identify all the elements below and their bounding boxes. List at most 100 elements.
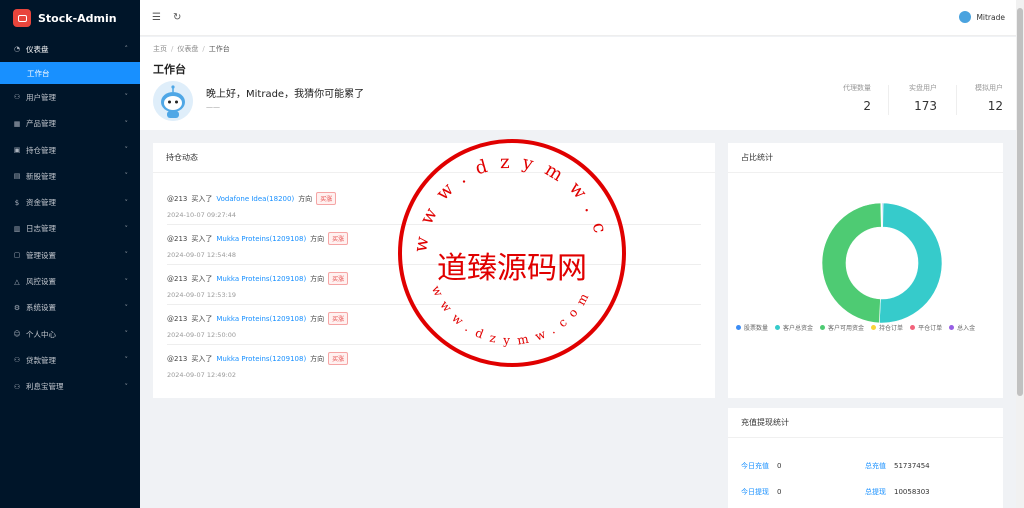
position-stock-link[interactable]: Mukka Proteins(1209108) xyxy=(216,235,306,243)
loan-icon: ⚇ xyxy=(13,356,21,365)
sidebar-item-loans[interactable]: ⚇ 贷款管理 ˅ xyxy=(0,347,140,373)
brand[interactable]: Stock-Admin xyxy=(0,0,140,36)
position-time: 2024-09-07 12:49:02 xyxy=(167,371,237,379)
chevron-down-icon: ˅ xyxy=(124,119,129,128)
position-user: @213 xyxy=(167,354,188,363)
legend-item[interactable]: 平仓订单 xyxy=(910,323,942,332)
robot-avatar-image xyxy=(153,81,193,121)
position-stock-link[interactable]: Mukka Proteins(1209108) xyxy=(216,315,306,323)
position-icon: ▣ xyxy=(13,146,21,155)
stat-value: 2 xyxy=(863,99,871,113)
sidebar-item-label: 日志管理 xyxy=(26,224,56,234)
today-withdraw: 今日提现 0 xyxy=(741,487,781,497)
system-icon: ⚙ xyxy=(13,303,21,312)
position-line: @213 买入了 Mukka Proteins(1209108) 方向 买涨 xyxy=(167,272,701,285)
legend-dot-icon xyxy=(775,325,781,330)
sidebar-item-products[interactable]: ▦ 产品管理 ˅ xyxy=(0,111,140,137)
user-menu[interactable]: Mitrade xyxy=(959,11,1005,23)
settings-icon: ▢ xyxy=(13,251,21,260)
today-recharge-value: 0 xyxy=(777,462,782,470)
refresh-icon[interactable]: ↻ xyxy=(173,12,181,23)
page-title: 工作台 xyxy=(153,63,186,76)
legend-item[interactable]: 股票数量 xyxy=(736,323,768,332)
legend-item[interactable]: 客户总资金 xyxy=(775,323,813,332)
position-time: 2024-09-07 12:54:48 xyxy=(167,251,237,259)
profile-icon: ☺ xyxy=(13,330,21,339)
share-card: 占比统计 股票数量 客户总资金 客户可用资金 持仓订单 平仓订单 总入金 xyxy=(728,143,1003,398)
chevron-down-icon: ˅ xyxy=(124,356,129,365)
money-icon: $ xyxy=(14,198,20,207)
position-stock-link[interactable]: Mukka Proteins(1209108) xyxy=(216,275,306,283)
position-direction-tag: 买涨 xyxy=(328,352,349,365)
greeting-subtext: —— xyxy=(206,103,220,111)
total-recharge: 总充值 51737454 xyxy=(865,461,930,471)
list-item: @213 买入了 Vodafone Idea(18200) 方向 买涨 2024-10-0… xyxy=(167,185,701,225)
sidebar-item-interest[interactable]: ⚇ 利息宝管理 ˅ xyxy=(0,374,140,400)
user-name: Mitrade xyxy=(976,12,1005,22)
total-withdraw: 总提现 10058303 xyxy=(865,487,930,497)
legend-label: 股票数量 xyxy=(744,325,769,332)
sidebar-item-logs[interactable]: ▥ 日志管理 ˅ xyxy=(0,216,140,242)
breadcrumb-dashboard[interactable]: 仪表盘 xyxy=(177,45,198,53)
chevron-down-icon: ˅ xyxy=(124,224,129,233)
position-direction-tag: 买涨 xyxy=(328,272,349,285)
sidebar-item-dashboard[interactable]: ◔ 仪表盘 ˄ xyxy=(0,36,140,62)
stat-agents: 代理数量 2 xyxy=(843,83,871,113)
legend-dot-icon xyxy=(820,325,826,330)
position-line: @213 买入了 Mukka Proteins(1209108) 方向 买涨 xyxy=(167,312,701,325)
avatar xyxy=(959,11,972,23)
stat-divider xyxy=(888,85,889,115)
card-title: 充值提现统计 xyxy=(728,408,1003,438)
position-stock-link[interactable]: Vodafone Idea(18200) xyxy=(216,195,294,203)
today-withdraw-label[interactable]: 今日提现 xyxy=(741,488,769,496)
total-withdraw-label[interactable]: 总提现 xyxy=(865,488,886,496)
sidebar-item-system[interactable]: ⚙ 系统设置 ˅ xyxy=(0,295,140,321)
sidebar-item-label: 管理设置 xyxy=(26,250,56,260)
scrollbar-thumb[interactable] xyxy=(1017,8,1023,396)
stat-label: 模拟用户 xyxy=(975,84,1003,92)
chevron-up-icon: ˄ xyxy=(124,45,129,54)
position-stock-link[interactable]: Mukka Proteins(1209108) xyxy=(216,355,306,363)
position-user: @213 xyxy=(167,314,188,323)
sidebar-item-profile[interactable]: ☺ 个人中心 ˅ xyxy=(0,321,140,347)
donut-slice[interactable] xyxy=(821,202,882,324)
list-item: @213 买入了 Mukka Proteins(1209108) 方向 买涨 2024-0… xyxy=(167,305,701,345)
position-action: 买入了 xyxy=(191,314,213,323)
position-action: 买入了 xyxy=(191,194,213,203)
total-recharge-label[interactable]: 总充值 xyxy=(865,462,886,470)
brand-logo-icon xyxy=(13,9,31,27)
risk-icon: △ xyxy=(14,277,20,286)
legend-item[interactable]: 客户可用资金 xyxy=(820,323,864,332)
page-scrollbar[interactable] xyxy=(1016,0,1024,508)
stat-label: 实盘用户 xyxy=(909,84,937,92)
list-item: @213 买入了 Mukka Proteins(1209108) 方向 买涨 2024-0… xyxy=(167,345,701,385)
legend-dot-icon xyxy=(736,325,741,330)
positions-list: @213 买入了 Vodafone Idea(18200) 方向 买涨 2024-10-0… xyxy=(153,173,715,385)
breadcrumb-home[interactable]: 主页 xyxy=(153,45,167,53)
sidebar-subitem-workbench[interactable]: 工作台 xyxy=(0,62,140,85)
position-direction-label: 方向 xyxy=(310,234,325,243)
today-recharge-label[interactable]: 今日充值 xyxy=(741,462,769,470)
sidebar-item-admin-settings[interactable]: ▢ 管理设置 ˅ xyxy=(0,242,140,268)
position-time: 2024-09-07 12:53:19 xyxy=(167,291,237,299)
sidebar-item-positions[interactable]: ▣ 持仓管理 ˅ xyxy=(0,137,140,163)
sidebar-item-label: 个人中心 xyxy=(26,329,56,339)
today-recharge: 今日充值 0 xyxy=(741,461,781,471)
chevron-down-icon: ˅ xyxy=(124,251,129,260)
sidebar-item-users[interactable]: ⚇ 用户管理 ˅ xyxy=(0,84,140,110)
collapse-menu-icon[interactable]: ☰ xyxy=(152,12,161,23)
donut-slice[interactable] xyxy=(879,202,943,324)
chevron-down-icon: ˅ xyxy=(124,198,129,207)
sidebar-item-ipo[interactable]: ▤ 新股管理 ˅ xyxy=(0,163,140,189)
sidebar-item-funds[interactable]: $ 资金管理 ˅ xyxy=(0,189,140,215)
greeting-text: 晚上好，Mitrade，我猜你可能累了 xyxy=(206,89,365,100)
sidebar-item-risk[interactable]: △ 风控设置 ˅ xyxy=(0,268,140,294)
legend-item[interactable]: 持仓订单 xyxy=(871,323,903,332)
sidebar-item-label: 利息宝管理 xyxy=(26,382,64,392)
log-icon: ▥ xyxy=(13,224,21,233)
sidebar-subitem-label: 工作台 xyxy=(27,68,50,78)
legend-item[interactable]: 总入金 xyxy=(949,323,975,332)
position-direction-label: 方向 xyxy=(310,314,325,323)
breadcrumb: 主页 / 仪表盘 / 工作台 xyxy=(153,45,230,53)
user-icon: ⚇ xyxy=(13,93,21,102)
